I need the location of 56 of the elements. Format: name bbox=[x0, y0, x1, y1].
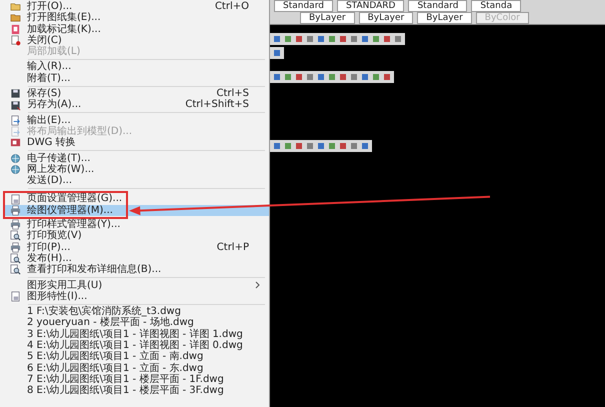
property-dropdown[interactable]: ByLayer bbox=[417, 12, 472, 24]
menu-item[interactable]: 查看打印和发布详细信息(B)... bbox=[3, 264, 269, 276]
menu-item[interactable]: 图形特性(I)... bbox=[3, 290, 269, 302]
menu-item[interactable]: 发布(H)... bbox=[3, 252, 269, 264]
menu-item[interactable]: 图形实用工具(U) bbox=[3, 280, 269, 291]
menu-item[interactable]: 2 youeryuan - 楼层平面 - 场地.dwg bbox=[3, 317, 269, 329]
document-icon bbox=[10, 24, 20, 35]
menu-item[interactable]: 3 E:\幼儿园图纸\项目1 - 详图视图 - 详图 1.dwg bbox=[3, 328, 269, 340]
menu-item[interactable]: 输入(R)... bbox=[3, 61, 269, 73]
menu-item[interactable]: 电子传递(T)... bbox=[3, 152, 269, 164]
menu-item[interactable]: 另存为(A)... Ctrl+Shift+S bbox=[3, 99, 269, 111]
magnifier-icon bbox=[10, 264, 20, 276]
property-dropdown[interactable]: ByLayer bbox=[300, 12, 355, 24]
menu-item[interactable]: 1 F:\安装包\宾馆消防系统_t3.dwg bbox=[3, 306, 269, 318]
menu-item[interactable]: 保存(S) Ctrl+S bbox=[3, 88, 269, 100]
document-icon bbox=[10, 290, 20, 302]
menu-item[interactable]: 打开图纸集(E)... bbox=[3, 12, 269, 24]
menu-item[interactable]: 打印预览(V) bbox=[3, 230, 269, 242]
style-dropdown[interactable]: STANDARD bbox=[336, 0, 404, 12]
menu-item[interactable]: 加载标记集(K)... bbox=[3, 24, 269, 35]
document-icon bbox=[10, 194, 20, 205]
menu-item[interactable]: 7 E:\幼儿园图纸\项目1 - 楼层平面 - 1F.dwg bbox=[3, 374, 269, 386]
globe-icon bbox=[10, 152, 20, 164]
menu-item[interactable]: 打开(O)... Ctrl+O bbox=[3, 1, 269, 12]
magnifier-icon bbox=[10, 253, 20, 264]
printer-icon bbox=[10, 242, 20, 253]
magnifier-icon bbox=[10, 230, 20, 242]
menu-item[interactable]: 打印(P)... Ctrl+P bbox=[3, 242, 269, 253]
printer-icon bbox=[10, 204, 20, 216]
menu-item[interactable]: 发送(D)... bbox=[3, 175, 269, 186]
style-dropdown[interactable]: Standard bbox=[408, 0, 468, 12]
document-icon bbox=[10, 137, 20, 148]
menu-item[interactable]: 输出(E)... bbox=[3, 114, 269, 126]
menu-item[interactable]: 8 E:\幼儿园图纸\项目1 - 楼层平面 - 3F.dwg bbox=[3, 385, 269, 396]
document-icon bbox=[10, 35, 20, 46]
document-icon bbox=[10, 114, 20, 126]
save-icon bbox=[10, 88, 20, 100]
printer-icon bbox=[10, 219, 20, 230]
menu-item[interactable]: 4 E:\幼儿园图纸\项目1 - 详图视图 - 详图 0.dwg bbox=[3, 340, 269, 352]
chevron-right-icon bbox=[255, 281, 261, 290]
style-dropdown[interactable]: Standa bbox=[471, 0, 522, 12]
style-dropdown[interactable]: Standard bbox=[274, 0, 333, 12]
document-icon bbox=[10, 126, 20, 138]
menu-item[interactable]: 关闭(C) bbox=[3, 34, 269, 46]
menu-item[interactable]: 附着(T)... bbox=[3, 72, 269, 84]
menu-item[interactable]: 5 E:\幼儿园图纸\项目1 - 立面 - 南.dwg bbox=[3, 351, 269, 363]
folder-icon bbox=[10, 1, 20, 12]
property-dropdown[interactable]: ByLayer bbox=[358, 12, 414, 24]
menu-item[interactable]: 6 E:\幼儿园图纸\项目1 - 立面 - 东.dwg bbox=[3, 362, 269, 374]
folder-icon bbox=[10, 12, 20, 24]
menu-item[interactable]: 打印样式管理器(Y)... bbox=[3, 219, 269, 230]
globe-icon bbox=[10, 164, 20, 175]
menu-item[interactable]: 页面设置管理器(G)... bbox=[3, 193, 269, 205]
menu-item[interactable]: 网上发布(W)... bbox=[3, 164, 269, 176]
save-icon bbox=[10, 100, 20, 111]
menu-item[interactable]: DWG 转换 bbox=[3, 137, 269, 149]
